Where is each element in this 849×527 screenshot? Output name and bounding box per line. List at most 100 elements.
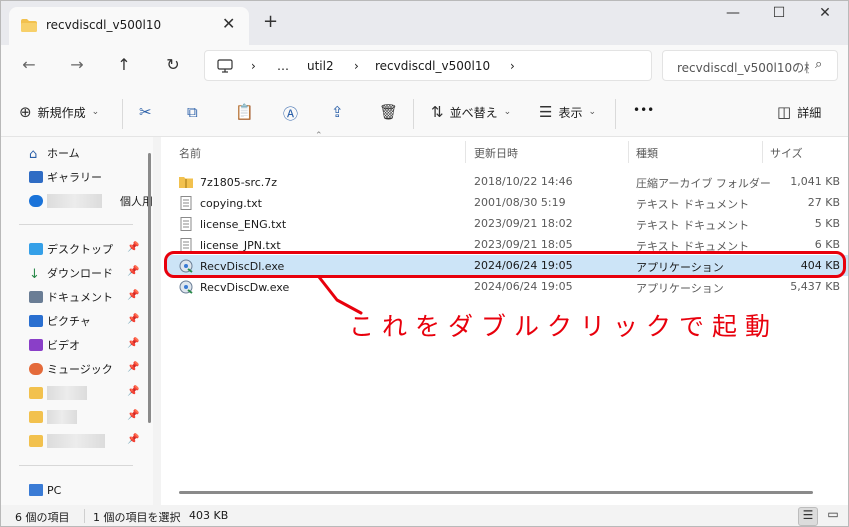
file-name-cell: license_ENG.txt (179, 217, 286, 231)
copy-icon: ⧉ (187, 103, 198, 121)
pin-icon[interactable]: 📌 (127, 290, 139, 301)
sort-button[interactable]: ⇅ 並べ替え ⌄ (431, 103, 511, 121)
sidebar-item-folder[interactable] (29, 432, 105, 450)
sidebar-item-folder[interactable] (29, 408, 77, 426)
table-row[interactable]: copying.txt 2001/08/30 5:19 テキスト ドキュメント … (167, 192, 848, 213)
sidebar-item-pc[interactable]: PC (29, 481, 61, 499)
pin-icon[interactable]: 📌 (127, 434, 139, 445)
rename-button[interactable]: Ⓐ (283, 103, 298, 124)
up-button[interactable]: ↑ (112, 55, 136, 74)
delete-button[interactable]: 🗑 (379, 103, 398, 121)
file-name-cell: license_JPN.txt (179, 238, 281, 252)
sidebar-item-pictures[interactable]: ピクチャ (29, 312, 91, 330)
pin-icon[interactable]: 📌 (127, 338, 139, 349)
more-options-button[interactable]: ••• (633, 103, 654, 117)
pin-icon[interactable]: 📌 (127, 362, 139, 373)
plus-circle-icon: ⊕ (19, 103, 32, 121)
search-input[interactable]: recvdiscdl_v500l10の検索 (677, 59, 809, 76)
horizontal-scrollbar[interactable] (179, 491, 813, 494)
sidebar-item-documents[interactable]: ドキュメント (29, 288, 113, 306)
file-name: RecvDiscDw.exe (200, 280, 290, 294)
sidebar-item-folder[interactable] (29, 384, 87, 402)
details-button[interactable]: ◫ 詳細 (777, 103, 821, 121)
text-file-icon (180, 196, 192, 210)
title-bar: recvdiscdl_v500l10 ✕ + — ☐ ✕ (1, 1, 848, 45)
view-button[interactable]: ☰ 表示 ⌄ (539, 103, 596, 121)
gallery-icon (29, 171, 43, 183)
breadcrumb-chevron[interactable]: › (510, 59, 515, 73)
address-row: ← → ↑ ↻ › … util2 › recvdiscdl_v500l10 ›… (1, 45, 848, 91)
cut-button[interactable]: ✂ (139, 103, 152, 121)
chevron-down-icon: ⌄ (91, 107, 100, 117)
command-bar: ⊕ 新規作成 ⌄ ✂ ⧉ 📋 Ⓐ ⇪ 🗑 ⇅ 並べ替え ⌄ ☰ 表示 ⌄ •••… (1, 91, 848, 137)
file-date: 2024/06/24 19:05 (474, 280, 573, 293)
trash-icon: 🗑 (379, 103, 399, 121)
onedrive-icon (29, 195, 43, 207)
column-header-size[interactable]: サイズ (770, 145, 803, 161)
column-header-date[interactable]: 更新日時 (474, 145, 518, 161)
share-button[interactable]: ⇪ (331, 103, 344, 121)
sidebar-item-music[interactable]: ミュージック (29, 360, 113, 378)
pictures-icon (29, 315, 43, 327)
sidebar-item-onedrive[interactable]: 個人用 (29, 192, 153, 210)
maximize-button[interactable]: ☐ (759, 5, 799, 21)
forward-button[interactable]: → (65, 55, 89, 74)
minimize-button[interactable]: — (713, 5, 753, 21)
file-type: アプリケーション (636, 282, 724, 295)
breadcrumb-chevron[interactable]: › (251, 59, 256, 73)
pc-icon (29, 484, 43, 496)
column-divider[interactable] (628, 141, 629, 163)
sidebar-scrollbar[interactable] (148, 153, 151, 423)
file-size: 1,041 KB (790, 175, 840, 188)
file-name: copying.txt (200, 196, 262, 210)
breadcrumb-current[interactable]: recvdiscdl_v500l10 (375, 59, 490, 73)
column-header-type[interactable]: 種類 (636, 145, 658, 161)
new-tab-button[interactable]: + (263, 11, 278, 32)
sidebar-item-home[interactable]: ⌂ ホーム (29, 144, 80, 162)
search-icon[interactable]: ⌕ (815, 57, 822, 72)
desktop-icon (29, 243, 43, 255)
details-view-button[interactable]: ☰ (798, 507, 818, 526)
tab-current[interactable]: recvdiscdl_v500l10 ✕ (9, 7, 249, 45)
sidebar-item-gallery[interactable]: ギャラリー (29, 168, 102, 186)
sidebar-item-downloads[interactable]: ↓ ダウンロード (29, 264, 113, 282)
toolbar-divider (122, 99, 123, 129)
tiles-view-button[interactable]: ▭ (823, 507, 843, 526)
column-header-name[interactable]: 名前 (179, 145, 201, 161)
sidebar-item-label: ギャラリー (47, 171, 102, 184)
table-row[interactable]: license_ENG.txt 2023/09/21 18:02 テキスト ドキ… (167, 213, 848, 234)
pin-icon[interactable]: 📌 (127, 314, 139, 325)
file-size: 5 KB (814, 217, 840, 230)
address-bar[interactable]: › … util2 › recvdiscdl_v500l10 › (204, 50, 652, 81)
sidebar-item-videos[interactable]: ビデオ (29, 336, 80, 354)
file-date: 2023/09/21 18:02 (474, 217, 573, 230)
column-divider[interactable] (465, 141, 466, 163)
table-row[interactable]: RecvDiscDw.exe 2024/06/24 19:05 アプリケーション… (167, 276, 848, 297)
back-button[interactable]: ← (17, 55, 41, 74)
pin-icon[interactable]: 📌 (127, 242, 139, 253)
table-row[interactable]: 7z1805-src.7z 2018/10/22 14:46 圧縮アーカイブ フ… (167, 171, 848, 192)
paste-button[interactable]: 📋 (235, 103, 254, 121)
close-window-button[interactable]: ✕ (805, 5, 845, 21)
copy-button[interactable]: ⧉ (187, 103, 198, 121)
folder-icon (29, 411, 43, 423)
column-divider[interactable] (762, 141, 763, 163)
new-button[interactable]: ⊕ 新規作成 ⌄ (19, 103, 99, 121)
refresh-button[interactable]: ↻ (161, 55, 185, 74)
pin-icon[interactable]: 📌 (127, 266, 139, 277)
file-size: 27 KB (807, 196, 840, 209)
breadcrumb-chevron[interactable]: › (354, 59, 359, 73)
file-type: テキスト ドキュメント (636, 198, 750, 211)
file-size: 6 KB (814, 238, 840, 251)
tab-close-icon[interactable]: ✕ (222, 14, 235, 33)
status-bar: 6 個の項目 1 個の項目を選択 403 KB ☰ ▭ (1, 505, 848, 526)
search-box[interactable]: recvdiscdl_v500l10の検索 ⌕ (662, 50, 838, 81)
sidebar-item-desktop[interactable]: デスクトップ (29, 240, 113, 258)
breadcrumb-util2[interactable]: util2 (307, 59, 334, 73)
documents-icon (29, 291, 43, 303)
pin-icon[interactable]: 📌 (127, 410, 139, 421)
breadcrumb-overflow[interactable]: … (277, 59, 289, 73)
pin-icon[interactable]: 📌 (127, 386, 139, 397)
zip-folder-icon (179, 177, 193, 188)
file-size: 5,437 KB (790, 280, 840, 293)
